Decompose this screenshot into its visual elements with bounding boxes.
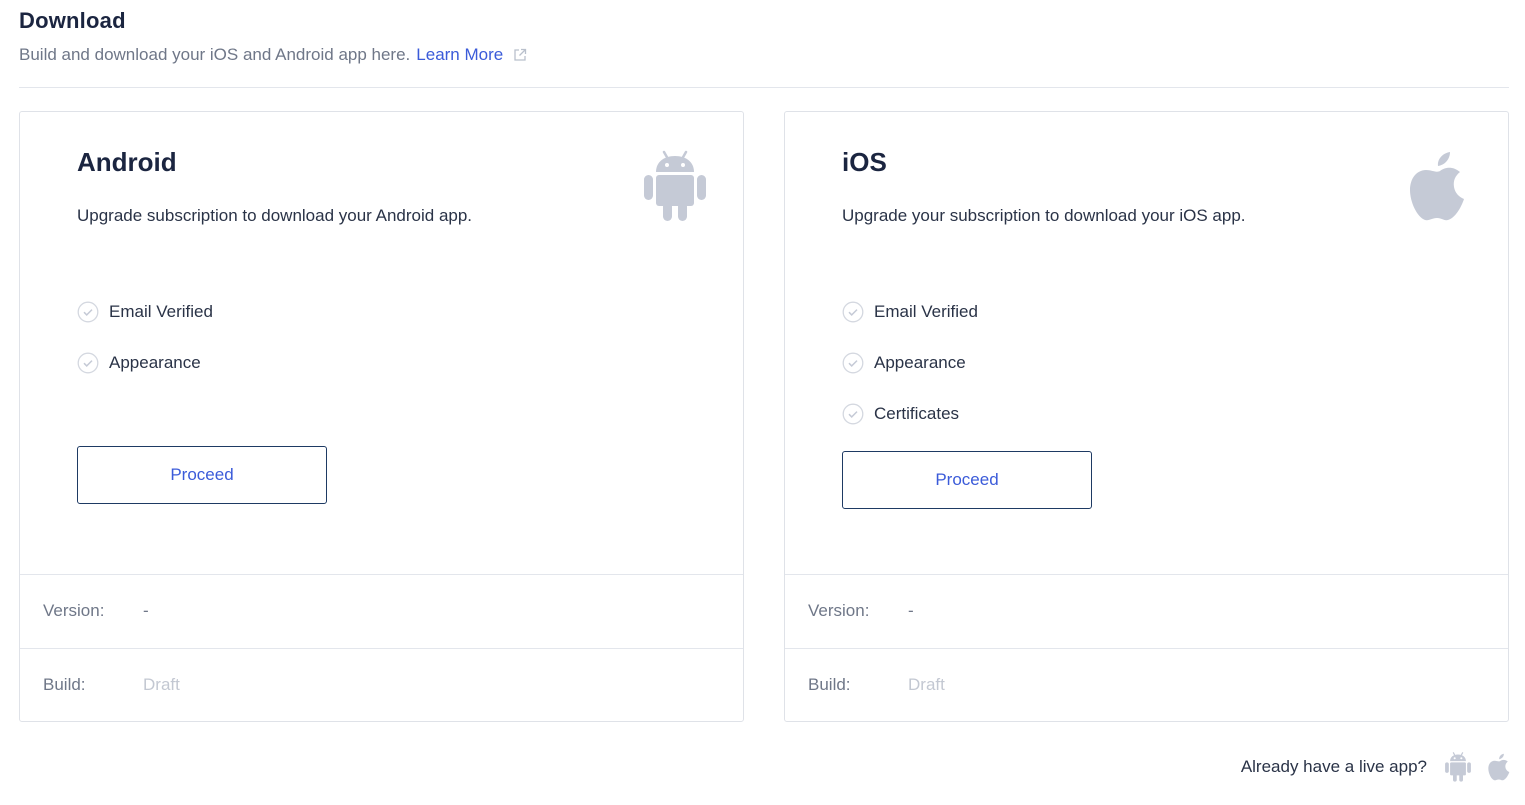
ios-version-row: Version: - — [785, 574, 1508, 647]
subtitle-text: Build and download your iOS and Android … — [19, 45, 411, 64]
build-label: Build: — [808, 675, 851, 694]
android-version-row: Version: - — [20, 574, 743, 647]
version-label: Version: — [43, 601, 105, 620]
android-icon — [644, 150, 706, 221]
ios-build-row: Build: Draft — [785, 648, 1508, 721]
ios-card-description: Upgrade your subscription to download yo… — [842, 206, 1246, 225]
checklist-item-label: Email Verified — [874, 301, 978, 321]
page-header: Download Build and download your iOS and… — [19, 8, 1509, 66]
check-circle-icon — [842, 352, 864, 373]
checklist-item: Appearance — [77, 337, 213, 388]
android-card: Android Upgrade subscription to download… — [19, 111, 744, 722]
checklist-item: Certificates — [842, 388, 978, 439]
ios-proceed-button[interactable]: Proceed — [842, 451, 1092, 509]
android-card-title: Android — [77, 147, 177, 177]
android-checklist: Email Verified Appearance — [77, 286, 213, 388]
check-circle-icon — [842, 403, 864, 424]
external-link-icon[interactable] — [513, 48, 527, 62]
checklist-item-label: Appearance — [109, 352, 201, 372]
check-circle-icon — [77, 352, 99, 373]
android-card-description: Upgrade subscription to download your An… — [77, 206, 473, 225]
header-divider — [19, 87, 1509, 88]
checklist-item: Email Verified — [842, 286, 978, 337]
ios-card: iOS Upgrade your subscription to downloa… — [784, 111, 1509, 722]
android-icon[interactable] — [1445, 752, 1471, 782]
learn-more-link[interactable]: Learn More — [416, 44, 503, 66]
check-circle-icon — [842, 301, 864, 322]
version-value: - — [143, 601, 149, 620]
ios-checklist: Email Verified Appearance Certificates — [842, 286, 978, 439]
apple-icon — [1410, 152, 1464, 221]
ios-card-title: iOS — [842, 147, 887, 177]
checklist-item-label: Email Verified — [109, 301, 213, 321]
page-title: Download — [19, 8, 126, 33]
checklist-item: Appearance — [842, 337, 978, 388]
apple-icon[interactable] — [1487, 753, 1513, 781]
version-value: - — [908, 601, 914, 620]
live-app-text: Already have a live app? — [1240, 757, 1427, 776]
checklist-item: Email Verified — [77, 286, 213, 337]
page-subtitle: Build and download your iOS and Android … — [19, 44, 1509, 66]
checklist-item-label: Certificates — [874, 403, 960, 423]
android-proceed-button[interactable]: Proceed — [77, 446, 327, 504]
build-value: Draft — [908, 675, 945, 694]
version-label: Version: — [808, 601, 870, 620]
build-value: Draft — [143, 675, 180, 694]
build-label: Build: — [43, 675, 86, 694]
live-app-footer: Already have a live app? — [1241, 752, 1513, 782]
check-circle-icon — [77, 301, 99, 322]
checklist-item-label: Appearance — [874, 352, 966, 372]
android-build-row: Build: Draft — [20, 648, 743, 721]
